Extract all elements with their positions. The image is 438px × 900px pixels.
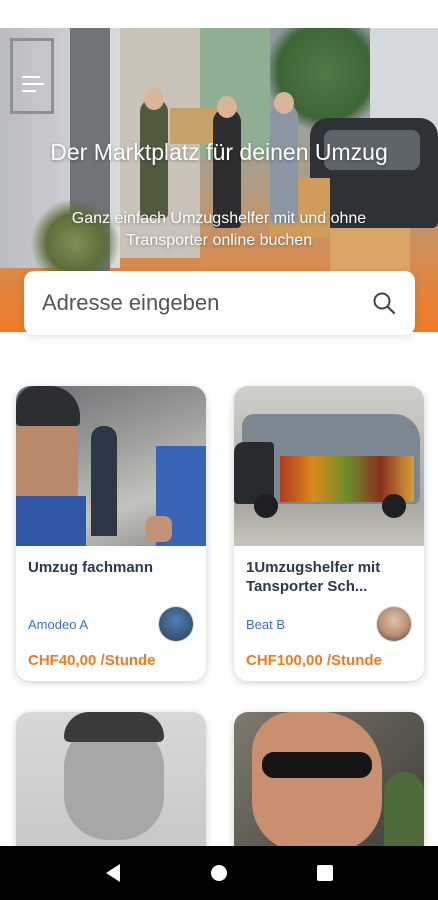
listing-photo xyxy=(16,386,206,546)
photo-shape xyxy=(262,752,372,778)
listing-author-row: Amodeo A xyxy=(28,606,194,642)
photo-shape xyxy=(16,496,86,546)
menu-line xyxy=(22,90,36,92)
hamburger-menu-icon[interactable] xyxy=(22,76,44,94)
hero-photo-head xyxy=(274,92,294,114)
avatar[interactable] xyxy=(376,606,412,642)
listing-photo xyxy=(234,712,424,862)
hero-subtitle: Ganz einfach Umzugshelfer mit und ohne T… xyxy=(71,210,367,249)
photo-shape xyxy=(382,494,406,518)
listing-price: CHF100,00 /Stunde xyxy=(246,652,382,669)
menu-line xyxy=(22,83,44,85)
photo-shape xyxy=(146,516,172,542)
listing-card[interactable] xyxy=(234,712,424,862)
photo-shape xyxy=(252,712,382,852)
photo-shape xyxy=(91,426,117,536)
hero-photo-head xyxy=(144,88,164,110)
search-icon[interactable] xyxy=(371,290,397,316)
avatar[interactable] xyxy=(158,606,194,642)
menu-line xyxy=(22,76,40,78)
listing-author-row: Beat B xyxy=(246,606,412,642)
status-bar xyxy=(0,0,438,28)
back-triangle-icon xyxy=(106,864,120,882)
listing-author[interactable]: Beat B xyxy=(246,617,285,632)
photo-shape xyxy=(64,712,164,742)
home-circle-icon[interactable] xyxy=(207,861,231,885)
address-search-box[interactable] xyxy=(24,271,415,335)
photo-shape xyxy=(254,494,278,518)
recents-square-icon[interactable] xyxy=(313,861,337,885)
address-search-input[interactable] xyxy=(42,290,371,316)
listing-title: 1Umzugshelfer mit Tansporter Sch... xyxy=(246,559,381,595)
hero-photo-head xyxy=(217,96,237,118)
recents-square-icon xyxy=(317,865,333,881)
listing-price: CHF40,00 /Stunde xyxy=(28,652,156,669)
listing-card[interactable]: 1Umzugshelfer mit Tansporter Sch... Beat… xyxy=(234,386,424,681)
photo-shape xyxy=(16,386,80,426)
listing-card[interactable] xyxy=(16,712,206,862)
listing-card-body: Umzug fachmann Amodeo A CHF40,00 /Stunde xyxy=(16,546,206,681)
back-triangle-icon[interactable] xyxy=(101,861,125,885)
listing-card-body: 1Umzugshelfer mit Tansporter Sch... Beat… xyxy=(234,546,424,681)
listing-photo xyxy=(234,386,424,546)
listing-author[interactable]: Amodeo A xyxy=(28,617,88,632)
home-circle-icon xyxy=(211,865,227,881)
android-navigation-bar xyxy=(0,846,438,900)
hero-title: Der Marktplatz für deinen Umzug xyxy=(50,139,388,165)
listing-card[interactable]: Umzug fachmann Amodeo A CHF40,00 /Stunde xyxy=(16,386,206,681)
listing-photo xyxy=(16,712,206,862)
listing-title: Umzug fachmann xyxy=(28,559,154,576)
